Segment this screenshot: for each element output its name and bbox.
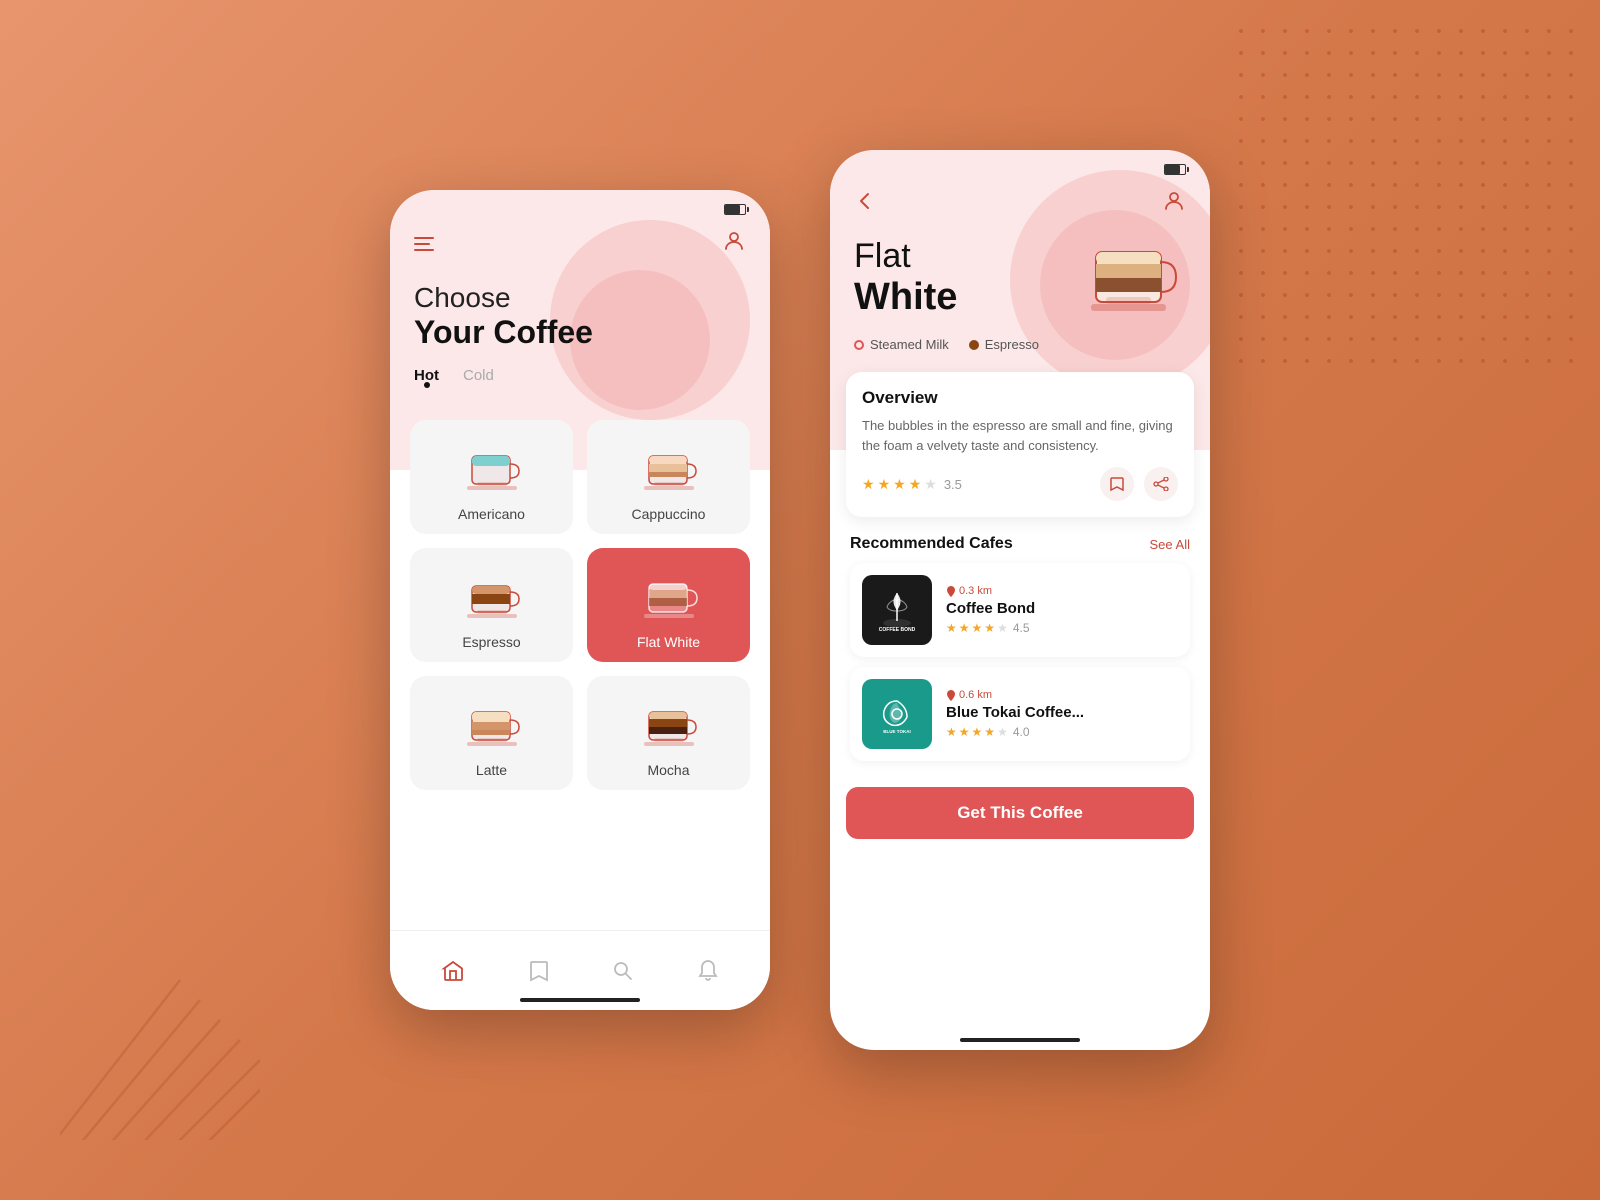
ingredient-milk: Steamed Milk (854, 337, 949, 352)
coffee-bond-logo: COFFEE BOND (862, 575, 932, 645)
nav-home[interactable] (441, 959, 465, 983)
left-title: Choose Your Coffee (390, 267, 770, 359)
coffee-card-espresso[interactable]: Espresso (410, 548, 573, 662)
get-coffee-button[interactable]: Get This Coffee (846, 787, 1194, 839)
blue-tokai-stars: ★ ★ ★ ★ ★ 4.0 (946, 725, 1178, 739)
coffee-bond-name: Coffee Bond (946, 600, 1178, 617)
overview-text: The bubbles in the espresso are small an… (862, 416, 1178, 455)
profile-icon-right[interactable] (1162, 189, 1186, 219)
flatwhite-detail-cup-icon (1086, 237, 1186, 327)
nav-bell[interactable] (697, 959, 719, 983)
home-bar (520, 998, 640, 1002)
americano-cup-icon (457, 436, 527, 496)
nav-search[interactable] (612, 960, 634, 982)
recommended-section: Recommended Cafes See All COFFEE BOND (830, 527, 1210, 779)
star2: ★ (878, 476, 891, 493)
filter-tabs: Hot Cold (390, 359, 770, 400)
right-title: Flat White (854, 237, 957, 319)
back-button[interactable] (854, 190, 876, 218)
overview-footer: ★ ★ ★ ★ ★ 3.5 (862, 467, 1178, 501)
battery-icon-right (1164, 164, 1186, 175)
bookmark-button[interactable] (1100, 467, 1134, 501)
menu-icon[interactable] (414, 237, 434, 251)
coffee-name-flatwhite: Flat White (637, 634, 700, 650)
rating-stars: ★ ★ ★ ★ ★ 3.5 (862, 476, 962, 493)
coffee-bond-info: 0.3 km Coffee Bond ★ ★ ★ ★ ★ 4.5 (946, 585, 1178, 635)
coffee-name-mocha: Mocha (647, 762, 689, 778)
title-flat: Flat (854, 237, 957, 276)
ingredients: Steamed Milk Espresso (830, 327, 1210, 362)
coffee-card-latte[interactable]: Latte (410, 676, 573, 790)
coffee-name-americano: Americano (458, 506, 525, 522)
svg-text:COFFEE BOND: COFFEE BOND (879, 627, 916, 633)
flatwhite-cup-icon (634, 564, 704, 624)
title-white: White (854, 276, 957, 319)
ingredient-espresso: Espresso (969, 337, 1039, 352)
battery-icon (724, 204, 746, 215)
right-title-section: Flat White (830, 227, 1210, 327)
blue-tokai-rating: 4.0 (1013, 725, 1030, 739)
latte-cup-icon (457, 692, 527, 752)
bottom-nav (390, 930, 770, 1010)
dot-pattern-decoration (1200, 0, 1600, 400)
cafe-card-blue-tokai[interactable]: BLUE TOKAI 0.6 km Blue Tokai Coffee... ★… (850, 667, 1190, 761)
coffee-grid: Americano Cappuccino (390, 410, 770, 810)
milk-dot (854, 340, 864, 350)
see-all-button[interactable]: See All (1150, 537, 1190, 552)
cafe-card-coffee-bond[interactable]: COFFEE BOND 0.3 km Coffee Bond ★ ★ ★ (850, 563, 1190, 657)
blue-tokai-info: 0.6 km Blue Tokai Coffee... ★ ★ ★ ★ ★ 4.… (946, 689, 1178, 739)
star5: ★ (924, 476, 937, 493)
cappuccino-cup-icon (634, 436, 704, 496)
recommended-header: Recommended Cafes See All (850, 535, 1190, 553)
coffee-bond-stars: ★ ★ ★ ★ ★ 4.5 (946, 621, 1178, 635)
coffee-name-espresso: Espresso (462, 634, 520, 650)
espresso-label: Espresso (985, 337, 1039, 352)
blue-tokai-logo: BLUE TOKAI (862, 679, 932, 749)
action-buttons (1100, 467, 1178, 501)
right-header (830, 181, 1210, 227)
blue-tokai-distance: 0.6 km (946, 689, 1178, 701)
profile-icon-left[interactable] (722, 229, 746, 259)
home-bar-right (960, 1038, 1080, 1042)
phone-left: 9:41 ∿ (390, 190, 770, 1010)
coffee-card-flatwhite[interactable]: Flat White (587, 548, 750, 662)
coffee-card-cappuccino[interactable]: Cappuccino (587, 420, 750, 534)
espresso-dot (969, 340, 979, 350)
blue-tokai-name: Blue Tokai Coffee... (946, 704, 1178, 721)
espresso-cup-icon (457, 564, 527, 624)
star3: ★ (893, 476, 906, 493)
tab-cold[interactable]: Cold (463, 367, 494, 388)
share-button[interactable] (1144, 467, 1178, 501)
title-line1: Choose (414, 283, 746, 314)
left-header (390, 221, 770, 267)
star4: ★ (909, 476, 922, 493)
coffee-card-mocha[interactable]: Mocha (587, 676, 750, 790)
title-line2: Your Coffee (414, 314, 746, 351)
overview-card: Overview The bubbles in the espresso are… (846, 372, 1194, 517)
coffee-bond-rating: 4.5 (1013, 621, 1030, 635)
svg-text:BLUE TOKAI: BLUE TOKAI (883, 729, 910, 734)
lines-pattern-decoration (60, 940, 260, 1140)
phone-right: 9:41 ∿ (830, 150, 1210, 1050)
milk-label: Steamed Milk (870, 337, 949, 352)
tab-hot[interactable]: Hot (414, 367, 439, 388)
nav-bookmark[interactable] (528, 959, 550, 983)
overview-title: Overview (862, 388, 1178, 408)
star1: ★ (862, 476, 875, 493)
coffee-name-latte: Latte (476, 762, 507, 778)
rating-number: 3.5 (944, 477, 962, 492)
mocha-cup-icon (634, 692, 704, 752)
coffee-card-americano[interactable]: Americano (410, 420, 573, 534)
coffee-bond-distance: 0.3 km (946, 585, 1178, 597)
coffee-name-cappuccino: Cappuccino (632, 506, 706, 522)
recommended-title: Recommended Cafes (850, 535, 1013, 553)
phones-container: 9:41 ∿ (390, 150, 1210, 1050)
